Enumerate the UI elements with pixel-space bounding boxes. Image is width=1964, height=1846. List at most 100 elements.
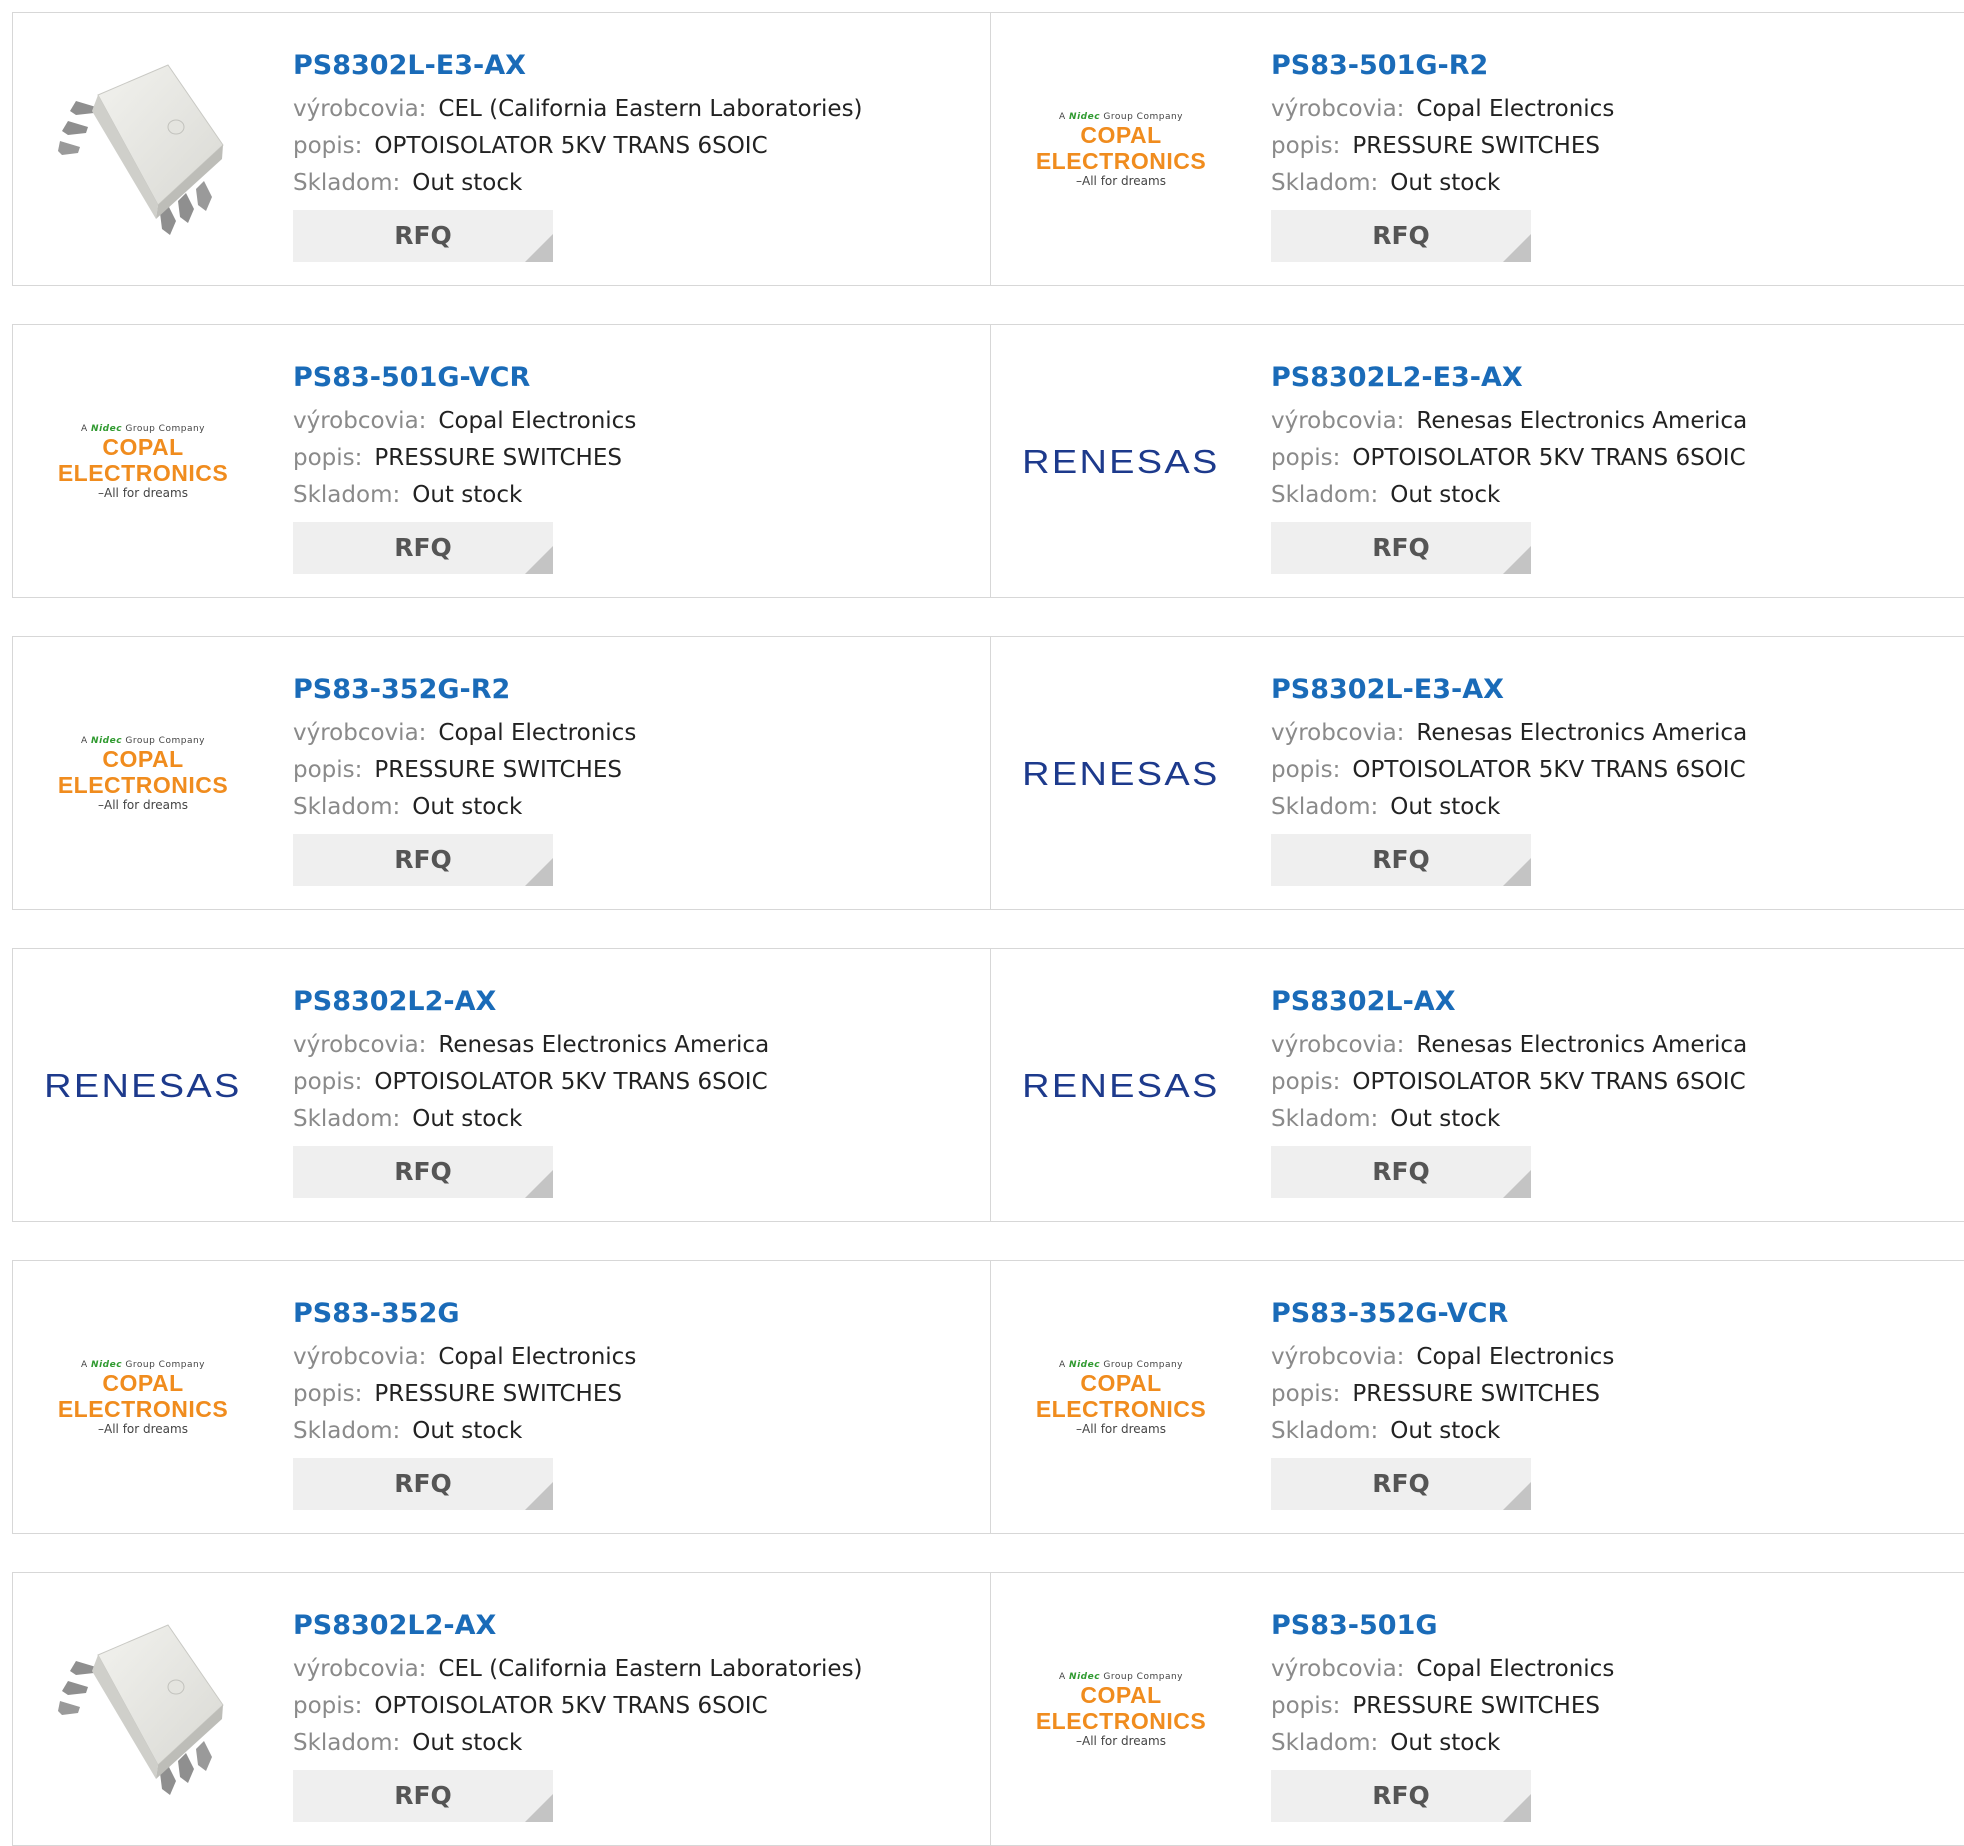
part-number-link[interactable]: PS8302L-AX (1271, 981, 1747, 1023)
part-number-link[interactable]: PS83-352G (293, 1293, 636, 1335)
product-thumbnail[interactable]: A Nidec Group Company COPAL ELECTRONICS … (1021, 1303, 1221, 1493)
product-thumbnail[interactable]: A Nidec Group Company COPAL ELECTRONICS … (1021, 55, 1221, 245)
rfq-button[interactable]: RFQ (293, 834, 553, 886)
copal-electronics-logo: A Nidec Group Company COPAL ELECTRONICS … (43, 736, 243, 812)
manufacturer-row: výrobcovia: Copal Electronics (1271, 1651, 1614, 1688)
copal-logo-wordmark: COPAL ELECTRONICS (1035, 1370, 1207, 1422)
stock-row: Skladom: Out stock (1271, 1101, 1747, 1138)
manufacturer-value: Copal Electronics (438, 408, 637, 434)
part-number-link[interactable]: PS83-501G-R2 (1271, 45, 1614, 87)
part-number-link[interactable]: PS83-352G-VCR (1271, 1293, 1614, 1335)
part-number-link[interactable]: PS8302L2-AX (293, 981, 769, 1023)
product-card: RENESAS PS8302L-AX výrobcovia: Renesas El… (991, 948, 1964, 1222)
rfq-button[interactable]: RFQ (1271, 210, 1531, 262)
manufacturer-value: Copal Electronics (438, 720, 637, 746)
rfq-button[interactable]: RFQ (293, 1458, 553, 1510)
stock-row: Skladom: Out stock (1271, 477, 1747, 514)
stock-row: Skladom: Out stock (1271, 1413, 1614, 1450)
part-number-link[interactable]: PS8302L2-E3-AX (1271, 357, 1747, 399)
description-label: popis: (1271, 133, 1341, 159)
optoisolator-chip-image (58, 64, 224, 235)
manufacturer-label: výrobcovia: (293, 1344, 427, 1370)
rfq-button[interactable]: RFQ (293, 1146, 553, 1198)
stock-row: Skladom: Out stock (293, 1413, 636, 1450)
copal-logo-slogan: –All for dreams (98, 798, 188, 812)
product-thumbnail[interactable] (43, 55, 243, 245)
stock-label: Skladom: (1271, 794, 1379, 820)
product-thumbnail[interactable]: A Nidec Group Company COPAL ELECTRONICS … (43, 679, 243, 869)
product-card: PS8302L-E3-AX výrobcovia: CEL (California… (12, 12, 991, 286)
part-number-link[interactable]: PS8302L-E3-AX (1271, 669, 1747, 711)
renesas-logo: RENESAS (1022, 443, 1220, 480)
product-thumbnail[interactable]: A Nidec Group Company COPAL ELECTRONICS … (1021, 1615, 1221, 1805)
product-info: PS8302L-AX výrobcovia: Renesas Electronic… (1271, 981, 1747, 1198)
description-label: popis: (293, 757, 363, 783)
description-label: popis: (293, 1693, 363, 1719)
renesas-logo: RENESAS (44, 1067, 242, 1104)
nidec-brand: Nidec (1069, 1672, 1101, 1682)
description-value: OPTOISOLATOR 5KV TRANS 6SOIC (1352, 445, 1746, 471)
rfq-button[interactable]: RFQ (1271, 522, 1531, 574)
manufacturer-row: výrobcovia: Renesas Electronics America (293, 1027, 769, 1064)
description-row: popis: OPTOISOLATOR 5KV TRANS 6SOIC (293, 1688, 863, 1725)
product-grid: PS8302L-E3-AX výrobcovia: CEL (California… (0, 0, 1964, 1846)
description-label: popis: (1271, 1381, 1341, 1407)
copal-logo-wordmark: COPAL ELECTRONICS (57, 434, 229, 486)
rfq-corner-icon (1503, 1170, 1531, 1198)
rfq-button[interactable]: RFQ (293, 1770, 553, 1822)
product-row: PS8302L-E3-AX výrobcovia: CEL (California… (12, 12, 1964, 286)
product-thumbnail[interactable]: A Nidec Group Company COPAL ELECTRONICS … (43, 1303, 243, 1493)
renesas-logo: RENESAS (1022, 755, 1220, 792)
description-value: PRESSURE SWITCHES (1352, 133, 1600, 159)
product-thumbnail[interactable]: A Nidec Group Company COPAL ELECTRONICS … (43, 367, 243, 557)
part-number-link[interactable]: PS83-501G (1271, 1605, 1614, 1647)
manufacturer-label: výrobcovia: (1271, 96, 1405, 122)
product-thumbnail[interactable] (43, 1615, 243, 1805)
part-number-link[interactable]: PS8302L-E3-AX (293, 45, 863, 87)
rfq-corner-icon (1503, 546, 1531, 574)
description-label: popis: (293, 1069, 363, 1095)
part-number-link[interactable]: PS83-501G-VCR (293, 357, 636, 399)
product-card: PS8302L2-AX výrobcovia: CEL (California E… (12, 1572, 991, 1846)
rfq-button[interactable]: RFQ (1271, 834, 1531, 886)
product-row: RENESAS PS8302L2-AX výrobcovia: Renesas E… (12, 948, 1964, 1222)
product-info: PS8302L2-E3-AX výrobcovia: Renesas Electr… (1271, 357, 1747, 574)
stock-value: Out stock (1390, 1730, 1501, 1756)
copal-logo-wordmark: COPAL ELECTRONICS (1035, 1682, 1207, 1734)
product-info: PS8302L2-AX výrobcovia: Renesas Electroni… (293, 981, 769, 1198)
rfq-button[interactable]: RFQ (1271, 1770, 1531, 1822)
product-card: RENESAS PS8302L-E3-AX výrobcovia: Renesas… (991, 636, 1964, 910)
product-thumbnail[interactable]: RENESAS (1021, 367, 1221, 557)
product-thumbnail[interactable]: RENESAS (1021, 991, 1221, 1181)
product-card: RENESAS PS8302L2-E3-AX výrobcovia: Renesa… (991, 324, 1964, 598)
copal-logo-tagline: A Nidec Group Company (1021, 1360, 1221, 1370)
manufacturer-label: výrobcovia: (293, 96, 427, 122)
rfq-corner-icon (525, 234, 553, 262)
rfq-label: RFQ (1372, 1469, 1430, 1498)
description-row: popis: OPTOISOLATOR 5KV TRANS 6SOIC (1271, 440, 1747, 477)
product-thumbnail[interactable]: RENESAS (43, 991, 243, 1181)
rfq-label: RFQ (394, 221, 452, 250)
description-value: PRESSURE SWITCHES (1352, 1693, 1600, 1719)
manufacturer-value: Copal Electronics (1416, 96, 1615, 122)
product-card: A Nidec Group Company COPAL ELECTRONICS … (991, 12, 1964, 286)
manufacturer-row: výrobcovia: Copal Electronics (293, 715, 636, 752)
rfq-button[interactable]: RFQ (1271, 1458, 1531, 1510)
description-label: popis: (293, 445, 363, 471)
rfq-button[interactable]: RFQ (293, 210, 553, 262)
rfq-label: RFQ (1372, 1157, 1430, 1186)
part-number-link[interactable]: PS8302L2-AX (293, 1605, 863, 1647)
copal-logo-prefix: A (1059, 1672, 1066, 1682)
rfq-button[interactable]: RFQ (1271, 1146, 1531, 1198)
part-number-link[interactable]: PS83-352G-R2 (293, 669, 636, 711)
manufacturer-value: Copal Electronics (438, 1344, 637, 1370)
stock-row: Skladom: Out stock (1271, 165, 1614, 202)
description-row: popis: OPTOISOLATOR 5KV TRANS 6SOIC (1271, 752, 1747, 789)
rfq-button[interactable]: RFQ (293, 522, 553, 574)
product-row: A Nidec Group Company COPAL ELECTRONICS … (12, 636, 1964, 910)
rfq-label: RFQ (1372, 533, 1430, 562)
description-value: OPTOISOLATOR 5KV TRANS 6SOIC (374, 1693, 768, 1719)
product-thumbnail[interactable]: RENESAS (1021, 679, 1221, 869)
copal-logo-prefix: A (81, 736, 88, 746)
stock-row: Skladom: Out stock (293, 477, 636, 514)
